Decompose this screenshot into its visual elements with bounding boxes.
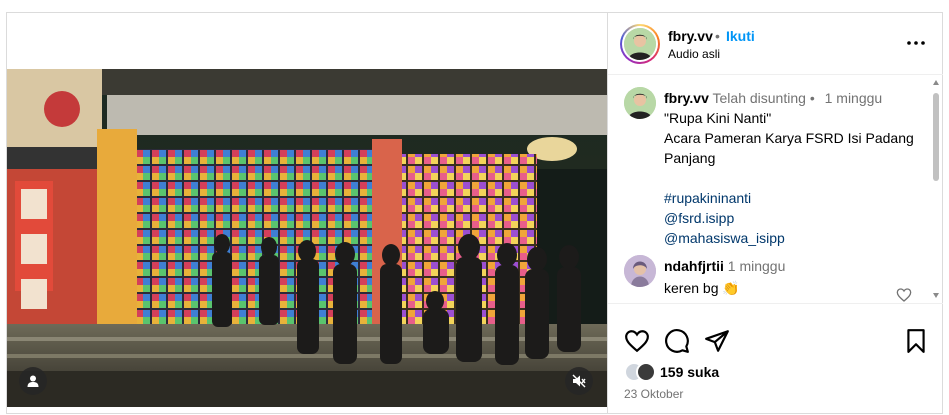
mention-link-fsrd[interactable]: @fsrd.isipp [664,208,924,228]
user-icon [27,375,39,387]
separator-dot: • [715,28,720,44]
avatar-photo [624,87,656,119]
comment-author[interactable]: ndahfjrtii [664,258,724,274]
mute-button[interactable] [565,367,593,395]
post-header: fbry.vv • Ikuti Audio asli [608,13,943,75]
scroll-thumb[interactable] [933,93,939,181]
caption-avatar[interactable] [624,87,656,119]
audio-label[interactable]: Audio asli [668,47,720,61]
scroll-down-arrow[interactable] [933,293,939,298]
post-media [7,13,607,413]
caption-author[interactable]: fbry.vv [664,90,709,106]
caption-line-title: "Rupa Kini Nanti" [664,110,772,126]
send-icon[interactable] [704,328,730,354]
post-date[interactable]: 23 Oktober [624,387,683,401]
hashtag-link[interactable]: #rupakininanti [664,188,924,208]
heart-icon[interactable] [624,328,650,354]
comment-time[interactable]: 1 minggu [728,258,786,274]
caption-dot: • [809,90,815,106]
post-actions: 159 suka 23 Oktober [608,303,943,413]
video-frame [7,69,607,407]
caption-edited: Telah disunting [712,90,806,106]
more-horizontal-icon[interactable] [904,33,928,53]
bookmark-icon[interactable] [903,328,929,354]
author-avatar[interactable] [620,24,660,64]
follow-button[interactable]: Ikuti [726,28,755,44]
caption-time[interactable]: 1 minggu [825,90,883,106]
video-player[interactable] [7,69,607,407]
comments-list[interactable]: fbry.vv Telah disunting • 1 minggu "Rupa… [608,75,943,303]
caption-line-event: Acara Pameran Karya FSRD Isi Padang Panj… [664,130,914,166]
comments-scrollbar[interactable] [930,75,942,303]
mention-link-mahasiswa[interactable]: @mahasiswa_isipp [664,228,924,248]
scroll-up-arrow[interactable] [933,80,939,85]
comment-like-heart-icon[interactable] [896,287,912,303]
comment-icon[interactable] [664,328,690,354]
liker-avatar [636,362,656,382]
muted-speaker-icon [572,374,586,388]
likes-count[interactable]: 159 suka [660,364,719,380]
post-sidebar: fbry.vv • Ikuti Audio asli fbry.vv Telah… [607,13,943,413]
comment-text: keren bg 👏 [664,280,740,296]
caption: fbry.vv Telah disunting • 1 minggu "Rupa… [664,88,924,248]
tagged-users-button[interactable] [19,367,47,395]
avatar-photo [624,255,656,287]
comment-avatar[interactable] [624,255,656,287]
author-username[interactable]: fbry.vv [668,28,713,44]
comment: ndahfjrtii 1 minggu keren bg 👏 [664,257,785,297]
post-dialog: fbry.vv • Ikuti Audio asli fbry.vv Telah… [6,12,943,414]
avatar-photo [624,28,656,60]
likes-summary[interactable]: 159 suka [624,362,719,382]
